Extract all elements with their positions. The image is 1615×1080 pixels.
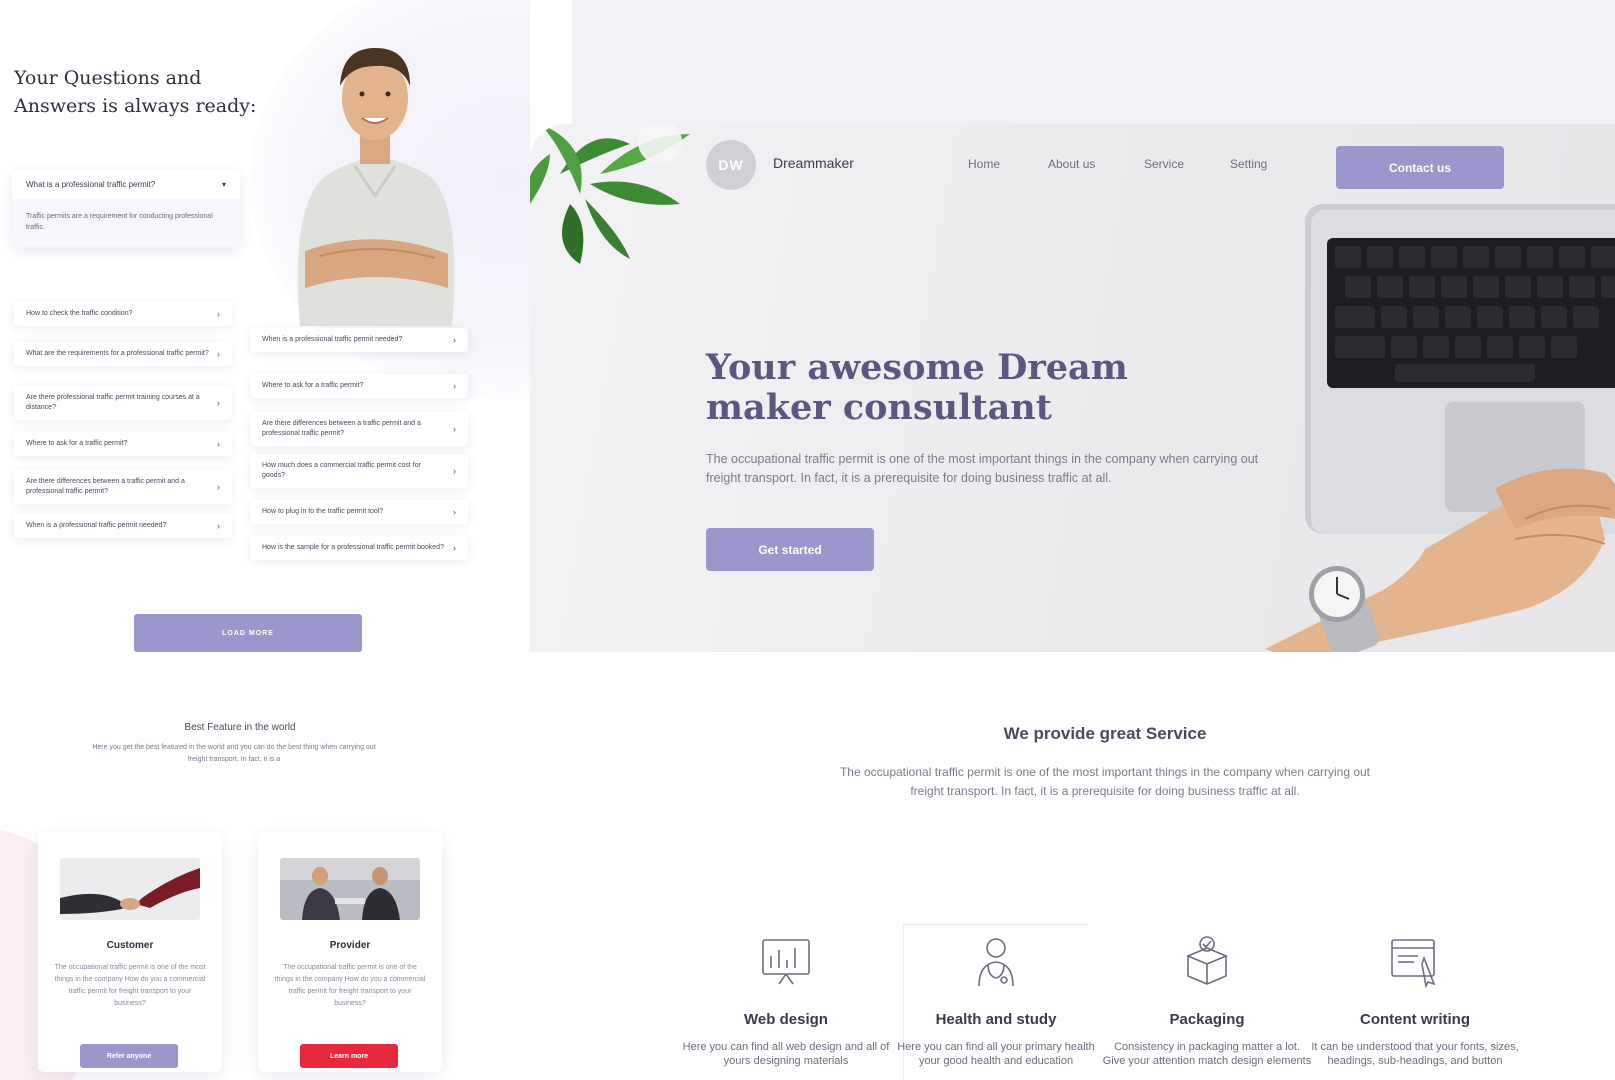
chevron-right-icon: › xyxy=(217,398,220,408)
chevron-right-icon: › xyxy=(217,439,220,449)
faq-open-question: What is a professional traffic permit? xyxy=(26,180,156,189)
faq-question: Where to ask for a traffic permit? xyxy=(262,382,364,389)
faq-open-answer: Traffic permits are a requirement for co… xyxy=(12,199,240,247)
nav-home[interactable]: Home xyxy=(968,157,1000,171)
chart-board-icon xyxy=(762,939,810,985)
hero-description: The occupational traffic permit is one o… xyxy=(706,452,1259,485)
chevron-right-icon: › xyxy=(217,521,220,531)
faq-question: How to check the traffic condition? xyxy=(26,310,133,317)
service-title: Packaging xyxy=(1169,1011,1245,1028)
card-text: The occupational traffic permit is one o… xyxy=(274,964,426,1007)
faq-question: Where to ask for a traffic permit? xyxy=(26,440,128,447)
hero-section: DW Dreammaker Home About us Service Sett… xyxy=(530,124,1615,652)
faq-title: Your Questions and Answers is always rea… xyxy=(14,67,257,117)
card-title: Provider xyxy=(329,940,371,951)
package-box-icon xyxy=(1185,936,1229,985)
chevron-right-icon: › xyxy=(453,424,456,434)
faq-item[interactable]: When is a professional traffic permit ne… xyxy=(250,328,468,352)
plant-photo xyxy=(530,124,690,264)
card-title: Customer xyxy=(106,940,154,951)
provider-card: Provider The occupational traffic permit… xyxy=(258,832,442,1072)
faq-item[interactable]: How to check the traffic condition? › xyxy=(14,302,232,326)
service-content-writing[interactable]: Content writing It can be understood tha… xyxy=(1310,934,1520,1068)
service-text: It can be understood that your fonts, si… xyxy=(1311,1041,1519,1067)
doctor-icon xyxy=(978,938,1014,987)
watch-hands-photo xyxy=(1265,468,1615,652)
learn-more-button[interactable]: Learn more xyxy=(300,1044,398,1068)
faq-item-open[interactable]: What is a professional traffic permit? ▾… xyxy=(12,170,240,247)
faq-question: What are the requirements for a professi… xyxy=(26,350,209,357)
faq-question: How is the sample for a professional tra… xyxy=(262,544,444,551)
refer-anyone-button[interactable]: Refer anyone xyxy=(80,1044,178,1068)
logo[interactable]: DW xyxy=(706,140,756,190)
services-title: We provide great Service xyxy=(1003,724,1207,743)
faq-item[interactable]: Where to ask for a traffic permit? › xyxy=(14,432,232,456)
nav-about-us[interactable]: About us xyxy=(1048,157,1095,171)
customer-card: Customer The occupational traffic permit… xyxy=(38,832,222,1072)
faq-question: Are there professional traffic permit tr… xyxy=(26,394,200,411)
faq-question: How much does a commercial traffic permi… xyxy=(262,462,421,479)
faq-item[interactable]: Are there professional traffic permit tr… xyxy=(14,386,232,420)
faq-question: When is a professional traffic permit ne… xyxy=(262,336,403,343)
smiling-man-photo xyxy=(297,48,455,326)
service-packaging[interactable]: Packaging Consistency in packaging matte… xyxy=(1102,934,1312,1068)
faq-item[interactable]: How to plug in to the traffic permit too… xyxy=(250,500,468,524)
service-health-study[interactable]: Health and study Here you can find all y… xyxy=(891,934,1101,1068)
chevron-down-icon: ▾ xyxy=(221,180,226,189)
content-writing-icon xyxy=(1391,939,1436,989)
faq-item[interactable]: How is the sample for a professional tra… xyxy=(250,536,468,560)
faq-question: When is a professional traffic permit ne… xyxy=(26,522,167,529)
service-text: Here you can find all your primary healt… xyxy=(897,1041,1095,1067)
faq-item[interactable]: Are there differences between a traffic … xyxy=(250,412,468,446)
features-title: Best Feature in the world xyxy=(184,722,296,733)
hero-title: Your awesome Dream maker consultant xyxy=(706,347,1128,428)
card-text: The occupational traffic permit is one o… xyxy=(54,964,206,1007)
services-description: The occupational traffic permit is one o… xyxy=(839,765,1371,798)
chevron-right-icon: › xyxy=(453,335,456,345)
faq-question: Are there differences between a traffic … xyxy=(262,420,421,437)
faq-item[interactable]: How much does a commercial traffic permi… xyxy=(250,454,468,488)
chevron-right-icon: › xyxy=(217,309,220,319)
faq-panel: Your Questions and Answers is always rea… xyxy=(0,0,530,1080)
service-title: Web design xyxy=(744,1011,828,1028)
service-web-design[interactable]: Web design Here you can find all web des… xyxy=(681,934,891,1068)
handshake-photo xyxy=(60,858,200,920)
service-text: Consistency in packaging matter a lot. G… xyxy=(1102,1041,1312,1067)
contact-us-button[interactable]: Contact us xyxy=(1336,146,1504,189)
chevron-right-icon: › xyxy=(453,381,456,391)
chevron-right-icon: › xyxy=(217,482,220,492)
nav-setting[interactable]: Setting xyxy=(1230,157,1267,171)
service-title: Health and study xyxy=(935,1011,1057,1028)
chevron-right-icon: › xyxy=(453,507,456,517)
background-strip xyxy=(572,0,1615,124)
faq-item[interactable]: Are there differences between a traffic … xyxy=(14,470,232,504)
chevron-right-icon: › xyxy=(217,349,220,359)
faq-item[interactable]: Where to ask for a traffic permit? › xyxy=(250,374,468,398)
brand-name[interactable]: Dreammaker xyxy=(773,155,854,171)
chevron-right-icon: › xyxy=(453,543,456,553)
chevron-right-icon: › xyxy=(453,466,456,476)
get-started-button[interactable]: Get started xyxy=(706,528,874,571)
features-text: Here you get the best featured in the wo… xyxy=(92,744,376,763)
service-text: Here you can find all web design and all… xyxy=(682,1041,890,1067)
faq-item[interactable]: What are the requirements for a professi… xyxy=(14,342,232,366)
faq-question: How to plug in to the traffic permit too… xyxy=(262,508,384,515)
nav-service[interactable]: Service xyxy=(1144,157,1184,171)
service-title: Content writing xyxy=(1360,1011,1470,1028)
business-meeting-photo xyxy=(280,858,420,920)
faq-item[interactable]: When is a professional traffic permit ne… xyxy=(14,514,232,538)
faq-question: Are there differences between a traffic … xyxy=(26,478,185,495)
load-more-button[interactable]: LOAD MORE xyxy=(134,614,362,652)
